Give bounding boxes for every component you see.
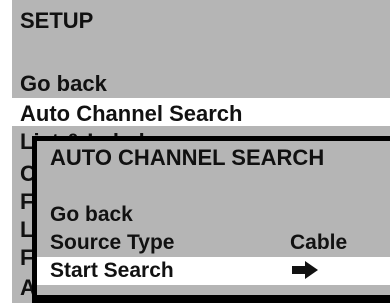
setup-item-go-back[interactable]: Go back xyxy=(12,68,390,98)
setup-item-label: Go back xyxy=(20,71,107,96)
auto-channel-search-dialog: AUTO CHANNEL SEARCH Go back Source Type … xyxy=(32,136,390,303)
setup-item-auto-channel-search[interactable]: Auto Channel Search xyxy=(12,98,390,128)
right-arrow-icon xyxy=(292,261,318,279)
setup-item-label: Auto Channel Search xyxy=(20,101,243,126)
dialog-title: AUTO CHANNEL SEARCH xyxy=(50,145,325,170)
setup-title-bar: SETUP xyxy=(12,0,390,52)
dialog-item-label: Go back xyxy=(50,203,133,226)
dialog-item-go-back[interactable]: Go back xyxy=(37,201,390,229)
dialog-item-label: Source Type xyxy=(50,231,175,254)
setup-title: SETUP xyxy=(20,8,94,33)
setup-spacer xyxy=(12,52,390,68)
dialog-item-start-search[interactable]: Start Search xyxy=(37,257,390,285)
source-type-value: Cable xyxy=(290,231,348,254)
dialog-item-source-type[interactable]: Source Type Cable xyxy=(37,229,390,257)
dialog-panel: AUTO CHANNEL SEARCH Go back Source Type … xyxy=(37,141,390,295)
dialog-item-label: Start Search xyxy=(50,259,174,282)
